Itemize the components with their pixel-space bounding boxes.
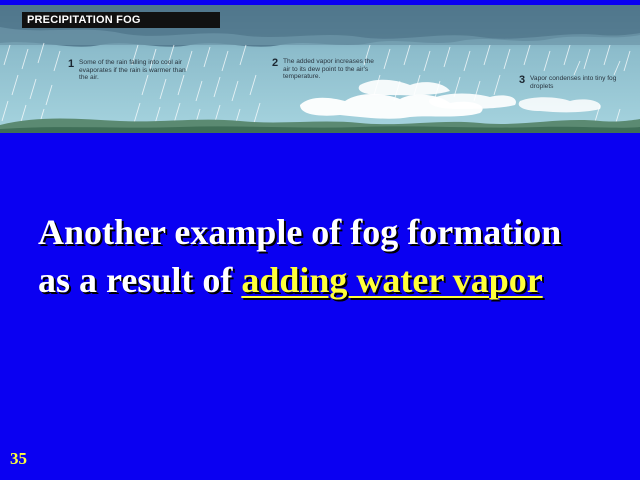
slide-message: Another example of fog formation as a re… (38, 208, 628, 304)
message-line-2-prefix: as a result of (38, 260, 242, 300)
figure-title: PRECIPITATION FOG (22, 12, 220, 28)
step-number: 1 (68, 58, 75, 70)
step-text: The added vapor increases the air to its… (283, 58, 374, 80)
slide: PRECIPITATION FOG 1 Some of the rain fal… (0, 0, 640, 480)
message-line-1: Another example of fog formation (38, 212, 562, 252)
step-number: 3 (519, 74, 526, 86)
precipitation-fog-illustration: PRECIPITATION FOG 1 Some of the rain fal… (0, 5, 640, 133)
step-number: 2 (272, 57, 279, 69)
step-text: Some of the rain falling into cool air e… (79, 59, 186, 81)
page-number: 35 (10, 449, 27, 468)
step-text: Vapor condenses into tiny fog droplets (530, 75, 617, 90)
message-line-2: as a result of adding water vapor (38, 256, 628, 304)
highlighted-phrase: adding water vapor (241, 260, 543, 300)
